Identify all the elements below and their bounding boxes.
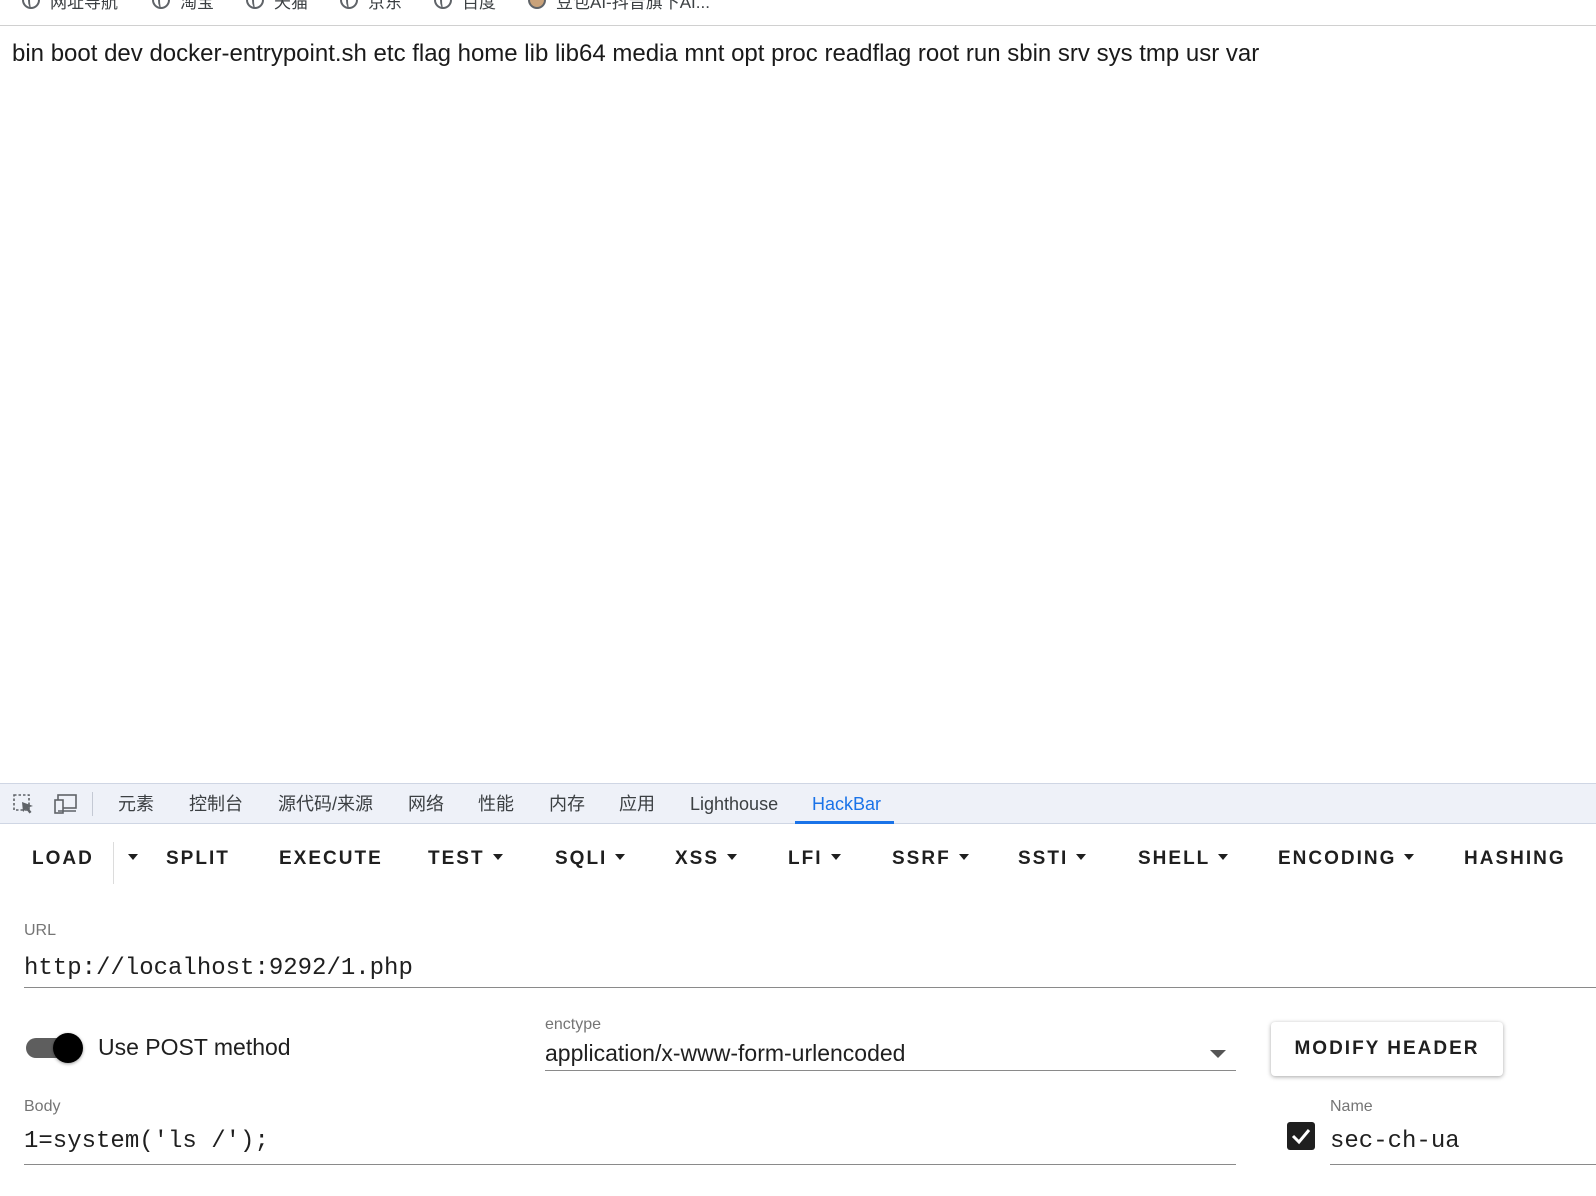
bookmarks-bar: 网址导航 淘宝 天猫 京东 百度 豆包AI-抖音旗下AI...: [0, 0, 1596, 26]
toggle-knob: [53, 1033, 83, 1063]
test-menu-label: TEST: [428, 848, 485, 869]
sqli-menu-button[interactable]: SQLI: [555, 824, 626, 894]
chevron-down-icon: [830, 853, 841, 860]
bookmark-item[interactable]: 百度: [434, 0, 496, 12]
ssti-menu-label: SSTI: [1018, 848, 1069, 869]
hackbar-toolbar: LOAD SPLIT EXECUTE TEST SQLI XSS LFI SSR…: [0, 824, 1596, 894]
chevron-down-icon: [1076, 853, 1087, 860]
globe-icon: [434, 0, 452, 9]
chevron-down-icon: [1218, 853, 1229, 860]
inspect-element-icon[interactable]: [13, 794, 35, 814]
chevron-down-icon: [492, 853, 503, 860]
enctype-label: enctype: [545, 1016, 602, 1033]
tab-network[interactable]: 网络: [408, 784, 444, 824]
body-input[interactable]: 1=system('ls /');: [24, 1126, 1236, 1165]
load-dropdown-button[interactable]: [120, 824, 138, 894]
url-label: URL: [24, 922, 57, 939]
devtools-separator: [92, 792, 93, 816]
check-icon: [1291, 1129, 1311, 1145]
page-output-text: bin boot dev docker-entrypoint.sh etc fl…: [12, 40, 1260, 67]
bookmark-item[interactable]: 京东: [340, 0, 402, 12]
tab-console[interactable]: 控制台: [189, 784, 243, 824]
bookmark-item[interactable]: 网址导航: [22, 0, 118, 12]
avatar-icon: [528, 0, 546, 9]
globe-icon: [152, 0, 170, 9]
header-enabled-checkbox[interactable]: [1287, 1122, 1315, 1150]
url-input[interactable]: [24, 950, 1596, 988]
ssrf-menu-label: SSRF: [892, 848, 951, 869]
enctype-value: application/x-www-form-urlencoded: [545, 1040, 906, 1066]
bookmark-item[interactable]: 淘宝: [152, 0, 214, 12]
bookmark-label: 京东: [368, 0, 402, 12]
header-name-input[interactable]: sec-ch-ua: [1330, 1126, 1596, 1165]
bookmark-item[interactable]: 豆包AI-抖音旗下AI...: [528, 0, 710, 12]
chevron-down-icon: [1404, 853, 1415, 860]
globe-icon: [340, 0, 358, 9]
body-label: Body: [24, 1098, 61, 1115]
bookmark-label: 豆包AI-抖音旗下AI...: [556, 0, 710, 12]
lfi-menu-label: LFI: [788, 848, 823, 869]
tab-sources[interactable]: 源代码/来源: [278, 784, 373, 824]
enctype-select[interactable]: application/x-www-form-urlencoded: [545, 1038, 1236, 1071]
post-method-toggle[interactable]: [26, 1033, 84, 1063]
globe-icon: [246, 0, 264, 9]
tab-application[interactable]: 应用: [619, 784, 655, 824]
tab-memory[interactable]: 内存: [549, 784, 585, 824]
execute-button[interactable]: EXECUTE: [279, 824, 383, 894]
toolbar-divider: [113, 842, 114, 884]
bookmark-label: 网址导航: [50, 0, 118, 12]
devtools-tab-strip: 元素 控制台 源代码/来源 网络 性能 内存 应用 Lighthouse Hac…: [0, 783, 1596, 824]
header-name-label: Name: [1330, 1098, 1373, 1115]
ssrf-menu-button[interactable]: SSRF: [892, 824, 969, 894]
post-method-label: Use POST method: [98, 1034, 291, 1060]
hashing-menu-button[interactable]: HASHING: [1464, 824, 1566, 894]
tab-performance[interactable]: 性能: [478, 784, 514, 824]
chevron-down-icon: [128, 853, 138, 860]
modify-header-button[interactable]: MODIFY HEADER: [1271, 1022, 1503, 1076]
test-menu-button[interactable]: TEST: [428, 824, 503, 894]
chevron-down-icon: [958, 853, 969, 860]
sqli-menu-label: SQLI: [555, 848, 608, 869]
device-toolbar-icon[interactable]: [54, 794, 77, 814]
load-button[interactable]: LOAD: [32, 824, 94, 894]
encoding-menu-label: ENCODING: [1278, 848, 1397, 869]
tab-hackbar[interactable]: HackBar: [812, 784, 881, 824]
split-button[interactable]: SPLIT: [166, 824, 230, 894]
bookmark-label: 百度: [462, 0, 496, 12]
bookmark-label: 淘宝: [180, 0, 214, 12]
tab-elements[interactable]: 元素: [118, 784, 154, 824]
shell-menu-label: SHELL: [1138, 848, 1211, 869]
xss-menu-button[interactable]: XSS: [675, 824, 738, 894]
bookmark-item[interactable]: 天猫: [246, 0, 308, 12]
chevron-down-icon: [1210, 1050, 1226, 1058]
ssti-menu-button[interactable]: SSTI: [1018, 824, 1087, 894]
bookmark-label: 天猫: [274, 0, 308, 12]
lfi-menu-button[interactable]: LFI: [788, 824, 841, 894]
tab-lighthouse[interactable]: Lighthouse: [690, 784, 778, 824]
chevron-down-icon: [615, 853, 626, 860]
shell-menu-button[interactable]: SHELL: [1138, 824, 1229, 894]
encoding-menu-button[interactable]: ENCODING: [1278, 824, 1415, 894]
xss-menu-label: XSS: [675, 848, 720, 869]
chevron-down-icon: [727, 853, 738, 860]
globe-icon: [22, 0, 40, 9]
